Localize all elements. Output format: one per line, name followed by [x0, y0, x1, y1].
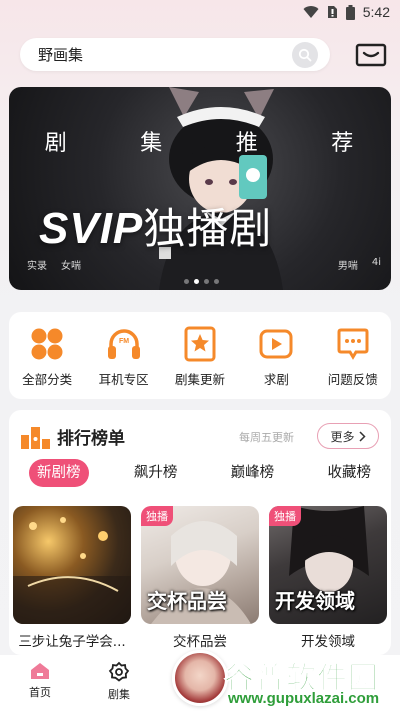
ranking-tabs: 新剧榜 飙升榜 巅峰榜 收藏榜: [29, 459, 379, 487]
ranking-section: 排行榜单 每周五更新 更多 新剧榜 飙升榜 巅峰榜 收藏榜 三步让兔子学会...: [9, 410, 391, 655]
banner-pagination: [184, 279, 219, 284]
more-label: 更多: [330, 429, 355, 444]
pagination-dot[interactable]: [194, 279, 199, 284]
gear-icon: [108, 661, 130, 682]
quick-nav-feedback[interactable]: 问题反馈: [318, 326, 388, 399]
nav-label: 首页: [29, 686, 51, 699]
cover-caption: 交杯品尝: [147, 589, 227, 613]
drama-title: 开发领域: [301, 634, 355, 650]
tab-rising[interactable]: 飙升榜: [126, 459, 186, 487]
banner-title-latin: SVIP: [39, 204, 144, 253]
banner-tags: 实录 女喘 男喘 4i: [27, 257, 381, 272]
ranking-header: 排行榜单: [21, 424, 125, 449]
banner-category: 剧 集 推 荐: [9, 125, 391, 157]
search-icon: [298, 48, 312, 62]
exclusive-badge: 独播: [141, 506, 173, 526]
quick-nav-label: 求剧: [263, 372, 289, 387]
sim-icon: [327, 6, 337, 18]
ranking-item[interactable]: 独播 开发领域 开发领域: [269, 506, 387, 650]
quick-nav-label: 问题反馈: [327, 372, 378, 387]
drama-title: 交杯品尝: [173, 634, 227, 650]
mail-button[interactable]: [355, 42, 387, 68]
tab-peak[interactable]: 巅峰榜: [223, 459, 283, 487]
pagination-dot[interactable]: [184, 279, 189, 284]
banner-title: SVIP独播剧: [39, 195, 272, 256]
pagination-dot[interactable]: [214, 279, 219, 284]
search-text: 野画集: [38, 46, 84, 64]
chevron-right-icon: [358, 430, 366, 442]
ranking-list: 三步让兔子学会... 独播 交杯品尝 交杯品尝 独播 开发领域 开发领域: [13, 506, 387, 650]
svg-text:FM: FM: [119, 338, 129, 345]
ranking-item[interactable]: 独播 交杯品尝 交杯品尝: [141, 506, 259, 650]
wifi-icon: [303, 6, 319, 19]
banner-category-char: 荐: [331, 131, 356, 156]
cover-art: [13, 517, 131, 624]
search-button[interactable]: [292, 42, 318, 68]
quick-nav-request[interactable]: 求剧: [241, 326, 311, 399]
cover-caption: 开发领域: [275, 589, 355, 613]
tab-new-dramas[interactable]: 新剧榜: [29, 459, 89, 487]
banner-category-char: 剧: [44, 131, 69, 156]
battery-icon: [345, 4, 355, 20]
home-icon: [31, 663, 49, 679]
drama-cover-image: 独播 交杯品尝: [141, 506, 259, 624]
banner-tags-left: 实录 女喘: [27, 257, 81, 272]
nav-dramas[interactable]: 剧集: [99, 661, 139, 702]
drama-cover-image: 独播 开发领域: [269, 506, 387, 624]
ranking-chart-icon: [21, 426, 50, 449]
promo-banner[interactable]: 剧 集 推 荐 SVIP独播剧 实录 女喘 男喘 4i: [9, 87, 391, 290]
banner-tag: 女喘: [61, 261, 81, 272]
search-input[interactable]: 野画集: [20, 38, 330, 71]
ranking-update-note: 每周五更新: [239, 431, 294, 444]
pagination-dot[interactable]: [204, 279, 209, 284]
banner-tag: 4i: [371, 257, 381, 268]
quick-nav-headphones[interactable]: FM 耳机专区: [89, 326, 159, 399]
play-icon: [258, 326, 294, 362]
tab-favorites[interactable]: 收藏榜: [319, 459, 379, 487]
banner-tag: 男喘: [337, 261, 358, 272]
banner-category-char: 集: [140, 131, 165, 156]
quick-nav-label: 剧集更新: [174, 372, 225, 387]
chat-bubble-icon: [335, 326, 371, 362]
banner-tag: 实录: [27, 261, 47, 272]
star-bookmark-icon: [182, 326, 218, 362]
banner-category-char: 推: [235, 131, 260, 156]
quick-nav-all-categories[interactable]: 全部分类: [12, 326, 82, 399]
watermark: 谷普软件园 www.gupuxlazai.com: [222, 653, 396, 711]
quick-nav-label: 耳机专区: [98, 372, 149, 387]
mail-icon: [355, 43, 387, 67]
headphones-icon: FM: [106, 326, 142, 362]
watermark-url: www.gupuxlazai.com: [228, 690, 380, 707]
ranking-title: 排行榜单: [57, 429, 125, 449]
more-button[interactable]: 更多: [317, 423, 379, 449]
banner-title-cjk: 独播剧: [143, 204, 273, 253]
drama-cover-image: [13, 506, 131, 624]
status-time: 5:42: [362, 4, 390, 20]
quick-nav-label: 全部分类: [22, 372, 73, 387]
ranking-item[interactable]: 三步让兔子学会...: [13, 506, 131, 650]
quick-nav-updates[interactable]: 剧集更新: [165, 326, 235, 399]
quick-nav: 全部分类 FM 耳机专区 剧集更新 求剧 问题反馈: [9, 312, 391, 399]
status-bar: 5:42: [0, 0, 400, 24]
status-icons: 5:42: [303, 4, 390, 20]
grid-icon: [29, 326, 65, 362]
drama-title: 三步让兔子学会...: [18, 634, 126, 650]
banner-tags-right: 男喘 4i: [338, 257, 381, 272]
nav-label: 剧集: [108, 688, 130, 701]
exclusive-badge: 独播: [269, 506, 301, 526]
nav-home[interactable]: 首页: [20, 661, 60, 700]
avatar[interactable]: [172, 650, 228, 706]
